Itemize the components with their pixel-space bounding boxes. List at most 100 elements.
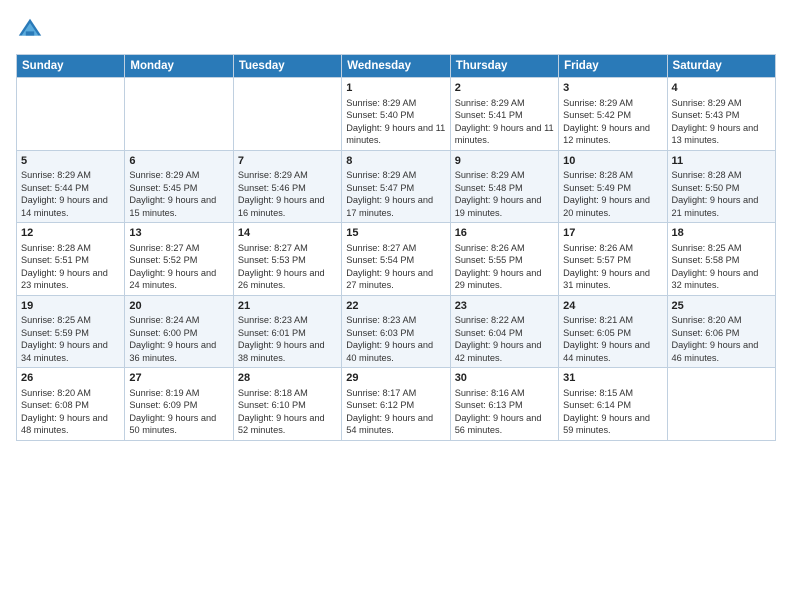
calendar-week-row: 26Sunrise: 8:20 AMSunset: 6:08 PMDayligh… bbox=[17, 368, 776, 441]
cell-content: 23Sunrise: 8:22 AMSunset: 6:04 PMDayligh… bbox=[455, 299, 554, 365]
calendar-cell: 14Sunrise: 8:27 AMSunset: 5:53 PMDayligh… bbox=[233, 223, 341, 296]
calendar-cell: 2Sunrise: 8:29 AMSunset: 5:41 PMDaylight… bbox=[450, 78, 558, 151]
day-number: 26 bbox=[21, 371, 120, 386]
day-number: 5 bbox=[21, 154, 120, 169]
weekday-header-friday: Friday bbox=[559, 55, 667, 78]
calendar-cell: 4Sunrise: 8:29 AMSunset: 5:43 PMDaylight… bbox=[667, 78, 775, 151]
day-number: 7 bbox=[238, 154, 337, 169]
calendar-cell: 13Sunrise: 8:27 AMSunset: 5:52 PMDayligh… bbox=[125, 223, 233, 296]
cell-content: 16Sunrise: 8:26 AMSunset: 5:55 PMDayligh… bbox=[455, 226, 554, 292]
day-number: 30 bbox=[455, 371, 554, 386]
cell-content: 17Sunrise: 8:26 AMSunset: 5:57 PMDayligh… bbox=[563, 226, 662, 292]
calendar-week-row: 1Sunrise: 8:29 AMSunset: 5:40 PMDaylight… bbox=[17, 78, 776, 151]
cell-content: 11Sunrise: 8:28 AMSunset: 5:50 PMDayligh… bbox=[672, 154, 771, 220]
day-number: 23 bbox=[455, 299, 554, 314]
calendar-cell: 27Sunrise: 8:19 AMSunset: 6:09 PMDayligh… bbox=[125, 368, 233, 441]
calendar-cell: 12Sunrise: 8:28 AMSunset: 5:51 PMDayligh… bbox=[17, 223, 125, 296]
cell-content: 14Sunrise: 8:27 AMSunset: 5:53 PMDayligh… bbox=[238, 226, 337, 292]
calendar-cell: 23Sunrise: 8:22 AMSunset: 6:04 PMDayligh… bbox=[450, 295, 558, 368]
calendar-cell: 28Sunrise: 8:18 AMSunset: 6:10 PMDayligh… bbox=[233, 368, 341, 441]
cell-content: 21Sunrise: 8:23 AMSunset: 6:01 PMDayligh… bbox=[238, 299, 337, 365]
cell-content: 10Sunrise: 8:28 AMSunset: 5:49 PMDayligh… bbox=[563, 154, 662, 220]
calendar-cell bbox=[667, 368, 775, 441]
day-number: 22 bbox=[346, 299, 445, 314]
day-number: 1 bbox=[346, 81, 445, 96]
cell-content: 31Sunrise: 8:15 AMSunset: 6:14 PMDayligh… bbox=[563, 371, 662, 437]
calendar-cell: 5Sunrise: 8:29 AMSunset: 5:44 PMDaylight… bbox=[17, 150, 125, 223]
calendar-cell: 24Sunrise: 8:21 AMSunset: 6:05 PMDayligh… bbox=[559, 295, 667, 368]
calendar-cell: 25Sunrise: 8:20 AMSunset: 6:06 PMDayligh… bbox=[667, 295, 775, 368]
weekday-header-row: SundayMondayTuesdayWednesdayThursdayFrid… bbox=[17, 55, 776, 78]
weekday-header-monday: Monday bbox=[125, 55, 233, 78]
calendar-cell: 19Sunrise: 8:25 AMSunset: 5:59 PMDayligh… bbox=[17, 295, 125, 368]
day-number: 9 bbox=[455, 154, 554, 169]
cell-content: 2Sunrise: 8:29 AMSunset: 5:41 PMDaylight… bbox=[455, 81, 554, 147]
calendar-cell: 17Sunrise: 8:26 AMSunset: 5:57 PMDayligh… bbox=[559, 223, 667, 296]
calendar-cell: 6Sunrise: 8:29 AMSunset: 5:45 PMDaylight… bbox=[125, 150, 233, 223]
calendar-week-row: 12Sunrise: 8:28 AMSunset: 5:51 PMDayligh… bbox=[17, 223, 776, 296]
day-number: 2 bbox=[455, 81, 554, 96]
cell-content: 27Sunrise: 8:19 AMSunset: 6:09 PMDayligh… bbox=[129, 371, 228, 437]
cell-content: 18Sunrise: 8:25 AMSunset: 5:58 PMDayligh… bbox=[672, 226, 771, 292]
day-number: 3 bbox=[563, 81, 662, 96]
day-number: 20 bbox=[129, 299, 228, 314]
cell-content: 13Sunrise: 8:27 AMSunset: 5:52 PMDayligh… bbox=[129, 226, 228, 292]
cell-content: 8Sunrise: 8:29 AMSunset: 5:47 PMDaylight… bbox=[346, 154, 445, 220]
weekday-header-wednesday: Wednesday bbox=[342, 55, 450, 78]
day-number: 31 bbox=[563, 371, 662, 386]
day-number: 24 bbox=[563, 299, 662, 314]
calendar-cell: 10Sunrise: 8:28 AMSunset: 5:49 PMDayligh… bbox=[559, 150, 667, 223]
calendar-table: SundayMondayTuesdayWednesdayThursdayFrid… bbox=[16, 54, 776, 441]
day-number: 28 bbox=[238, 371, 337, 386]
day-number: 21 bbox=[238, 299, 337, 314]
cell-content: 19Sunrise: 8:25 AMSunset: 5:59 PMDayligh… bbox=[21, 299, 120, 365]
calendar-cell: 31Sunrise: 8:15 AMSunset: 6:14 PMDayligh… bbox=[559, 368, 667, 441]
cell-content: 26Sunrise: 8:20 AMSunset: 6:08 PMDayligh… bbox=[21, 371, 120, 437]
calendar-cell: 3Sunrise: 8:29 AMSunset: 5:42 PMDaylight… bbox=[559, 78, 667, 151]
day-number: 13 bbox=[129, 226, 228, 241]
cell-content: 5Sunrise: 8:29 AMSunset: 5:44 PMDaylight… bbox=[21, 154, 120, 220]
cell-content: 4Sunrise: 8:29 AMSunset: 5:43 PMDaylight… bbox=[672, 81, 771, 147]
day-number: 10 bbox=[563, 154, 662, 169]
day-number: 6 bbox=[129, 154, 228, 169]
day-number: 18 bbox=[672, 226, 771, 241]
calendar-cell: 8Sunrise: 8:29 AMSunset: 5:47 PMDaylight… bbox=[342, 150, 450, 223]
calendar-cell: 7Sunrise: 8:29 AMSunset: 5:46 PMDaylight… bbox=[233, 150, 341, 223]
calendar-cell: 18Sunrise: 8:25 AMSunset: 5:58 PMDayligh… bbox=[667, 223, 775, 296]
calendar-cell bbox=[17, 78, 125, 151]
weekday-header-sunday: Sunday bbox=[17, 55, 125, 78]
cell-content: 25Sunrise: 8:20 AMSunset: 6:06 PMDayligh… bbox=[672, 299, 771, 365]
day-number: 11 bbox=[672, 154, 771, 169]
cell-content: 9Sunrise: 8:29 AMSunset: 5:48 PMDaylight… bbox=[455, 154, 554, 220]
page: SundayMondayTuesdayWednesdayThursdayFrid… bbox=[0, 0, 792, 612]
cell-content: 30Sunrise: 8:16 AMSunset: 6:13 PMDayligh… bbox=[455, 371, 554, 437]
calendar-cell: 1Sunrise: 8:29 AMSunset: 5:40 PMDaylight… bbox=[342, 78, 450, 151]
calendar-cell: 29Sunrise: 8:17 AMSunset: 6:12 PMDayligh… bbox=[342, 368, 450, 441]
cell-content: 12Sunrise: 8:28 AMSunset: 5:51 PMDayligh… bbox=[21, 226, 120, 292]
calendar-cell: 26Sunrise: 8:20 AMSunset: 6:08 PMDayligh… bbox=[17, 368, 125, 441]
cell-content: 24Sunrise: 8:21 AMSunset: 6:05 PMDayligh… bbox=[563, 299, 662, 365]
cell-content: 7Sunrise: 8:29 AMSunset: 5:46 PMDaylight… bbox=[238, 154, 337, 220]
weekday-header-tuesday: Tuesday bbox=[233, 55, 341, 78]
day-number: 17 bbox=[563, 226, 662, 241]
day-number: 8 bbox=[346, 154, 445, 169]
cell-content: 29Sunrise: 8:17 AMSunset: 6:12 PMDayligh… bbox=[346, 371, 445, 437]
calendar-cell: 21Sunrise: 8:23 AMSunset: 6:01 PMDayligh… bbox=[233, 295, 341, 368]
calendar-cell: 11Sunrise: 8:28 AMSunset: 5:50 PMDayligh… bbox=[667, 150, 775, 223]
day-number: 29 bbox=[346, 371, 445, 386]
calendar-cell: 15Sunrise: 8:27 AMSunset: 5:54 PMDayligh… bbox=[342, 223, 450, 296]
cell-content: 28Sunrise: 8:18 AMSunset: 6:10 PMDayligh… bbox=[238, 371, 337, 437]
day-number: 4 bbox=[672, 81, 771, 96]
calendar-cell: 16Sunrise: 8:26 AMSunset: 5:55 PMDayligh… bbox=[450, 223, 558, 296]
calendar-cell: 20Sunrise: 8:24 AMSunset: 6:00 PMDayligh… bbox=[125, 295, 233, 368]
day-number: 15 bbox=[346, 226, 445, 241]
calendar-cell: 22Sunrise: 8:23 AMSunset: 6:03 PMDayligh… bbox=[342, 295, 450, 368]
calendar-week-row: 19Sunrise: 8:25 AMSunset: 5:59 PMDayligh… bbox=[17, 295, 776, 368]
day-number: 19 bbox=[21, 299, 120, 314]
day-number: 16 bbox=[455, 226, 554, 241]
day-number: 25 bbox=[672, 299, 771, 314]
header bbox=[16, 16, 776, 44]
day-number: 27 bbox=[129, 371, 228, 386]
cell-content: 3Sunrise: 8:29 AMSunset: 5:42 PMDaylight… bbox=[563, 81, 662, 147]
cell-content: 6Sunrise: 8:29 AMSunset: 5:45 PMDaylight… bbox=[129, 154, 228, 220]
